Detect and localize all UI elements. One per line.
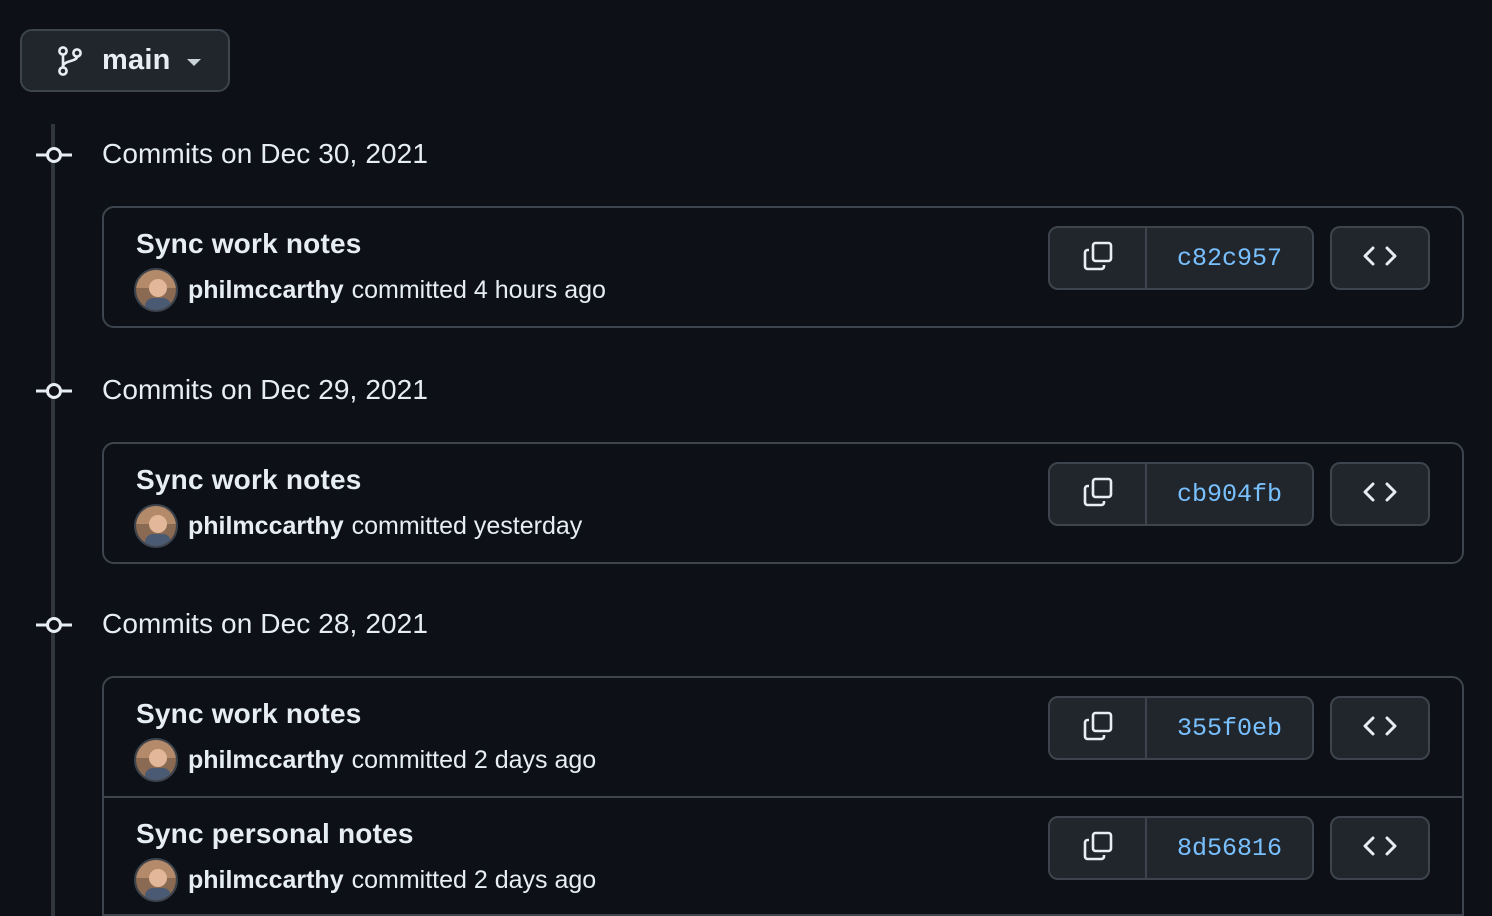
copy-icon — [1082, 476, 1114, 513]
commit-sha-link[interactable]: c82c957 — [1147, 228, 1312, 288]
commit-time: committed 4 hours ago — [351, 275, 606, 304]
commits-page: main Commits on Dec 30, 2021 Sync work n… — [0, 0, 1492, 916]
commit-meta: philmccarthy committed yesterday — [134, 504, 582, 548]
commit-list: Sync work notes philmccarthy committed y… — [102, 442, 1464, 564]
caret-down-icon — [186, 58, 201, 66]
commit-row: Sync work notes philmccarthy committed y… — [104, 444, 1462, 562]
commit-sha-link[interactable]: 355f0eb — [1147, 698, 1312, 758]
commit-author-link[interactable]: philmccarthy — [188, 746, 344, 775]
commit-time: committed 2 days ago — [351, 865, 597, 894]
commit-group-heading: Commits on Dec 30, 2021 — [102, 138, 429, 169]
commit-group-heading: Commits on Dec 29, 2021 — [102, 374, 429, 405]
code-icon — [1363, 714, 1397, 743]
commit-row: Sync work notes philmccarthy committed 4… — [104, 208, 1462, 326]
commit-meta: philmccarthy committed 2 days ago — [134, 858, 596, 902]
commit-time: committed yesterday — [351, 511, 583, 540]
commit-time: committed 2 days ago — [351, 745, 597, 774]
commit-meta: philmccarthy committed 4 hours ago — [134, 268, 606, 312]
browse-repo-button[interactable] — [1330, 462, 1430, 526]
copy-icon — [1082, 710, 1114, 747]
branch-name: main — [102, 44, 171, 76]
browse-repo-button[interactable] — [1330, 696, 1430, 760]
avatar[interactable] — [134, 504, 178, 548]
commit-sha-link[interactable]: cb904fb — [1147, 464, 1312, 524]
code-icon — [1363, 480, 1397, 509]
commit-author-link[interactable]: philmccarthy — [188, 866, 344, 895]
code-icon — [1363, 834, 1397, 863]
sha-button-group: c82c957 — [1048, 226, 1314, 290]
sha-button-group: cb904fb — [1048, 462, 1314, 526]
commit-message-link[interactable]: Sync work notes — [136, 698, 362, 730]
commit-message-link[interactable]: Sync work notes — [136, 228, 362, 260]
branch-select-button[interactable]: main — [20, 29, 230, 92]
commit-message-link[interactable]: Sync personal notes — [136, 818, 414, 850]
commit-group-heading: Commits on Dec 28, 2021 — [102, 608, 429, 639]
copy-sha-button[interactable] — [1050, 464, 1147, 524]
browse-repo-button[interactable] — [1330, 816, 1430, 880]
copy-sha-button[interactable] — [1050, 698, 1147, 758]
copy-sha-button[interactable] — [1050, 818, 1147, 878]
commit-message-link[interactable]: Sync work notes — [136, 464, 362, 496]
git-commit-icon — [36, 143, 72, 167]
commit-list: Sync work notes philmccarthy committed 4… — [102, 206, 1464, 328]
git-branch-icon — [56, 45, 86, 77]
copy-sha-button[interactable] — [1050, 228, 1147, 288]
timeline-line — [51, 124, 55, 916]
commit-list: Sync work notes philmccarthy committed 2… — [102, 676, 1464, 916]
sha-button-group: 355f0eb — [1048, 696, 1314, 760]
code-icon — [1363, 244, 1397, 273]
commit-meta: philmccarthy committed 2 days ago — [134, 738, 596, 782]
commit-row: Sync personal notes philmccarthy committ… — [104, 796, 1462, 914]
avatar[interactable] — [134, 738, 178, 782]
commit-author-link[interactable]: philmccarthy — [188, 276, 344, 305]
copy-icon — [1082, 830, 1114, 867]
git-commit-icon — [36, 379, 72, 403]
copy-icon — [1082, 240, 1114, 277]
commit-row: Sync work notes philmccarthy committed 2… — [104, 678, 1462, 796]
avatar[interactable] — [134, 858, 178, 902]
sha-button-group: 8d56816 — [1048, 816, 1314, 880]
avatar[interactable] — [134, 268, 178, 312]
browse-repo-button[interactable] — [1330, 226, 1430, 290]
commit-author-link[interactable]: philmccarthy — [188, 512, 344, 541]
commit-sha-link[interactable]: 8d56816 — [1147, 818, 1312, 878]
git-commit-icon — [36, 613, 72, 637]
